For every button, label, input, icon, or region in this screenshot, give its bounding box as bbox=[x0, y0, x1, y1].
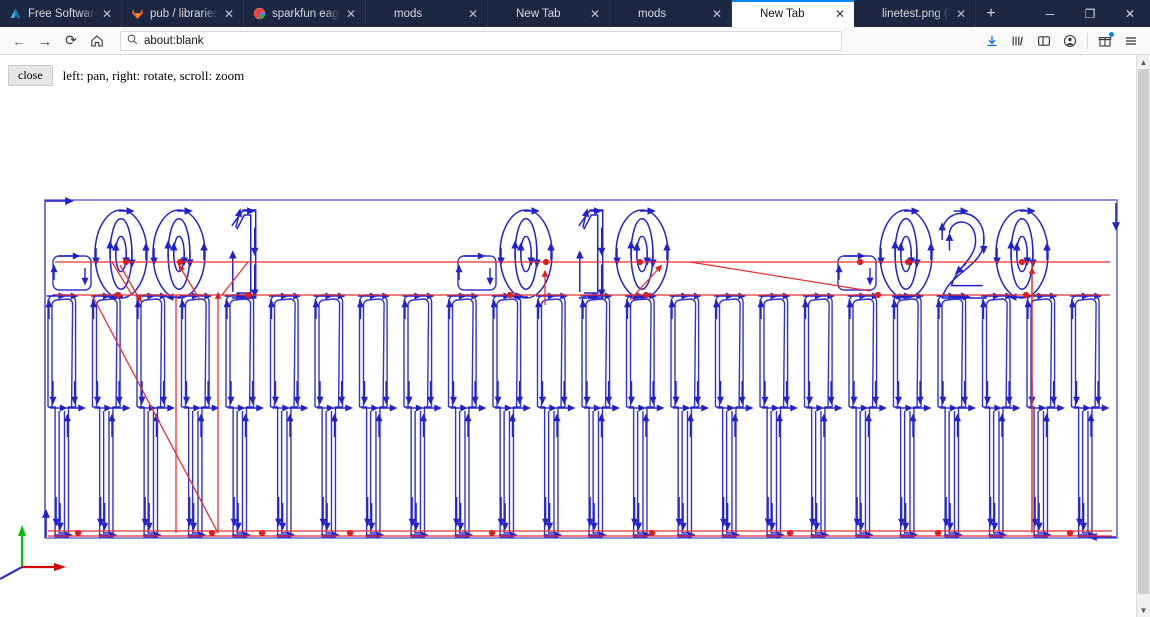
vertical-scrollbar[interactable]: ▲ ▼ bbox=[1136, 55, 1150, 617]
sidebar-icon[interactable] bbox=[1031, 29, 1057, 53]
blank-favicon-icon bbox=[740, 7, 754, 21]
browser-tab-5[interactable]: mods ✕ bbox=[610, 0, 732, 27]
tab-close-icon[interactable]: ✕ bbox=[343, 6, 359, 22]
google-g-icon bbox=[252, 7, 266, 21]
blank-favicon-icon bbox=[496, 7, 510, 21]
library-icon[interactable] bbox=[1005, 29, 1031, 53]
gift-icon[interactable] bbox=[1092, 29, 1118, 53]
gift-badge bbox=[1109, 31, 1114, 37]
tab-close-icon[interactable]: ✕ bbox=[99, 6, 115, 22]
tab-close-icon[interactable]: ✕ bbox=[221, 6, 237, 22]
reload-icon[interactable]: ⟳ bbox=[58, 29, 84, 53]
tab-close-icon[interactable]: ✕ bbox=[465, 6, 481, 22]
app-menu-icon[interactable] bbox=[1118, 29, 1144, 53]
page-content: close left: pan, right: rotate, scroll: … bbox=[0, 55, 1150, 617]
tab-close-icon[interactable]: ✕ bbox=[832, 6, 848, 22]
maximize-button[interactable]: ❐ bbox=[1070, 0, 1110, 27]
browser-tab-2[interactable]: sparkfun eagle tuto ✕ bbox=[244, 0, 366, 27]
tab-title: sparkfun eagle tuto bbox=[272, 7, 340, 20]
navigation-toolbar: ← → ⟳ about:blank bbox=[0, 27, 1150, 55]
account-icon[interactable] bbox=[1057, 29, 1083, 53]
autodesk-icon bbox=[8, 7, 22, 21]
tab-title: mods bbox=[394, 7, 423, 20]
tab-title: Free Software for St bbox=[28, 7, 96, 20]
close-window-button[interactable]: ✕ bbox=[1110, 0, 1150, 27]
window-controls: ─ ❐ ✕ bbox=[1030, 0, 1150, 27]
tab-title: New Tab bbox=[760, 7, 805, 20]
browser-tab-0[interactable]: Free Software for St ✕ bbox=[0, 0, 122, 27]
tab-title: pub / libraries · GitL bbox=[150, 7, 218, 20]
gitlab-fox-icon bbox=[130, 7, 144, 21]
tab-close-icon[interactable]: ✕ bbox=[709, 6, 725, 22]
tab-title: mods bbox=[638, 7, 667, 20]
toolpath-canvas[interactable] bbox=[0, 55, 1136, 617]
scroll-down-icon[interactable]: ▼ bbox=[1137, 603, 1150, 617]
blank-favicon-icon bbox=[374, 7, 388, 21]
back-icon[interactable]: ← bbox=[6, 29, 32, 53]
engraved-label-direction-arrows bbox=[92, 207, 1051, 301]
tab-strip: Free Software for St ✕ pub / libraries ·… bbox=[0, 0, 1150, 27]
blank-favicon-icon bbox=[618, 7, 632, 21]
home-icon[interactable] bbox=[84, 29, 110, 53]
scroll-up-icon[interactable]: ▲ bbox=[1137, 55, 1150, 69]
browser-tab-3[interactable]: mods ✕ bbox=[366, 0, 488, 27]
tab-title: linetest.png (PNG Image bbox=[882, 7, 950, 20]
toolbar-icons bbox=[979, 29, 1144, 53]
search-icon bbox=[127, 34, 138, 48]
tab-title: New Tab bbox=[516, 7, 561, 20]
browser-tab-7[interactable]: linetest.png (PNG Image ✕ bbox=[854, 0, 976, 27]
forward-icon[interactable]: → bbox=[32, 29, 58, 53]
browser-tab-4[interactable]: New Tab ✕ bbox=[488, 0, 610, 27]
browser-window: Free Software for St ✕ pub / libraries ·… bbox=[0, 0, 1150, 617]
new-tab-button[interactable]: + bbox=[976, 0, 1006, 27]
browser-tab-1[interactable]: pub / libraries · GitL ✕ bbox=[122, 0, 244, 27]
toolpath-viewer[interactable] bbox=[0, 55, 1136, 617]
origin-axis-marker bbox=[0, 525, 66, 580]
rapid-endpoint-markers bbox=[74, 258, 1074, 537]
scrollbar-thumb[interactable] bbox=[1138, 69, 1149, 594]
tab-close-icon[interactable]: ✕ bbox=[953, 6, 969, 22]
address-bar[interactable]: about:blank bbox=[120, 30, 842, 51]
blank-favicon-icon bbox=[862, 7, 876, 21]
address-bar-value: about:blank bbox=[144, 34, 204, 47]
browser-tab-6-active[interactable]: New Tab ✕ bbox=[732, 0, 854, 27]
y-axis-arrow-icon bbox=[18, 525, 26, 536]
engraved-label-toolpaths bbox=[94, 209, 1049, 299]
x-axis-arrow-icon bbox=[54, 563, 66, 571]
minimize-button[interactable]: ─ bbox=[1030, 0, 1070, 27]
downloads-icon[interactable] bbox=[979, 29, 1005, 53]
toolbar-divider bbox=[1087, 32, 1088, 49]
tab-close-icon[interactable]: ✕ bbox=[587, 6, 603, 22]
